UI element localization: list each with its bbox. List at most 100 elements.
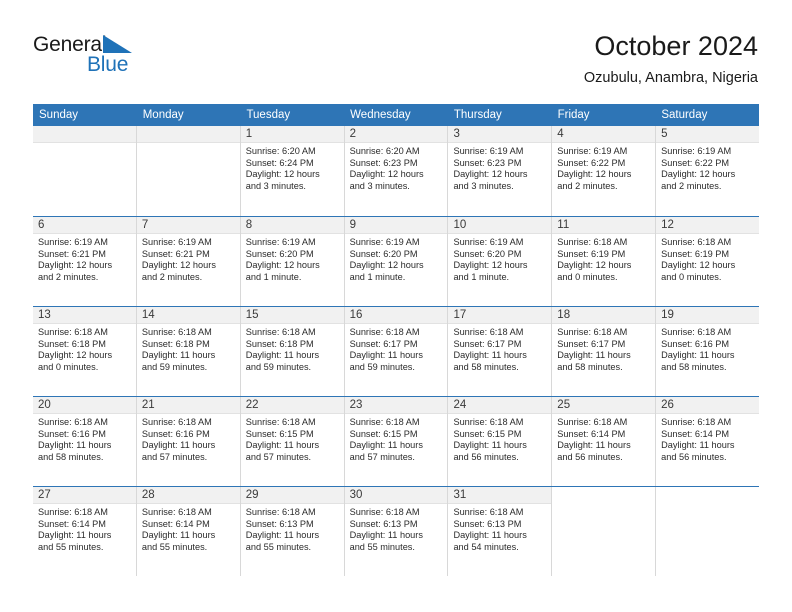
day-number-band: 18 xyxy=(552,307,656,324)
sunrise-text: Sunrise: 6:18 AM xyxy=(141,327,212,337)
calendar-day-cell[interactable]: 14 Sunrise: 6:18 AM Sunset: 6:18 PM Dayligh… xyxy=(136,307,241,396)
daylight-text-line2: and 58 minutes. xyxy=(661,361,727,372)
calendar-day-cell[interactable]: 15 Sunrise: 6:18 AM Sunset: 6:18 PM Dayligh… xyxy=(240,307,345,396)
day-number: 4 xyxy=(557,128,564,140)
sunrise-text: Sunrise: 6:18 AM xyxy=(349,417,420,427)
sunset-text: Sunset: 6:16 PM xyxy=(661,338,730,349)
day-number-band: 12 xyxy=(656,217,760,234)
sunset-text: Sunset: 6:13 PM xyxy=(453,518,522,529)
sunset-text: Sunset: 6:14 PM xyxy=(557,428,626,439)
calendar-day-cell[interactable]: 12 Sunrise: 6:18 AM Sunset: 6:19 PM Dayligh… xyxy=(656,217,760,306)
sunset-text: Sunset: 6:18 PM xyxy=(141,338,210,349)
calendar-day-cell[interactable]: 5 Sunrise: 6:19 AM Sunset: 6:22 PM Daylight… xyxy=(656,126,760,216)
daylight-text-line2: and 55 minutes. xyxy=(349,541,415,552)
day-number-band: 27 xyxy=(33,487,136,504)
calendar-day-cell[interactable]: 11 Sunrise: 6:18 AM Sunset: 6:19 PM Dayligh… xyxy=(552,217,657,306)
calendar-day-cell[interactable]: 17 Sunrise: 6:18 AM Sunset: 6:17 PM Dayligh… xyxy=(448,307,553,396)
calendar-day-cell[interactable]: 28 Sunrise: 6:18 AM Sunset: 6:14 PM Dayligh… xyxy=(136,487,241,576)
day-number: 20 xyxy=(38,399,51,411)
day-sun-info: Sunrise: 6:20 AM Sunset: 6:23 PM Daylight:… xyxy=(345,143,448,192)
calendar-day-cell[interactable]: 26 Sunrise: 6:18 AM Sunset: 6:14 PM Dayligh… xyxy=(656,397,760,486)
sunrise-text: Sunrise: 6:18 AM xyxy=(141,417,212,427)
sunset-text: Sunset: 6:17 PM xyxy=(349,338,418,349)
calendar-day-cell[interactable]: 10 Sunrise: 6:19 AM Sunset: 6:20 PM Dayligh… xyxy=(448,217,553,306)
sunrise-text: Sunrise: 6:18 AM xyxy=(557,417,628,427)
calendar-day-cell[interactable]: 3 Sunrise: 6:19 AM Sunset: 6:23 PM Daylight… xyxy=(448,126,553,216)
sunset-text: Sunset: 6:15 PM xyxy=(245,428,314,439)
daylight-text-line1: Daylight: 12 hours xyxy=(453,260,528,271)
daylight-text-line2: and 57 minutes. xyxy=(141,451,208,462)
calendar-page: General Blue October 2024 Ozubulu, Anamb… xyxy=(0,0,792,612)
day-number: 28 xyxy=(141,489,155,501)
sunrise-text: Sunrise: 6:18 AM xyxy=(38,417,108,427)
day-number-band: 17 xyxy=(448,307,552,324)
daylight-text-line2: and 55 minutes. xyxy=(245,541,312,552)
daylight-text-line2: and 2 minutes. xyxy=(661,180,722,191)
calendar-day-cell[interactable]: 21 Sunrise: 6:18 AM Sunset: 6:16 PM Dayligh… xyxy=(136,397,241,486)
calendar-day-cell[interactable]: 9 Sunrise: 6:19 AM Sunset: 6:20 PM Daylight… xyxy=(344,217,449,306)
day-number-band: 5 xyxy=(656,126,760,143)
daylight-text-line1: Daylight: 12 hours xyxy=(661,169,736,180)
sunrise-text: Sunrise: 6:19 AM xyxy=(557,146,628,156)
calendar-week-row: 27 Sunrise: 6:18 AM Sunset: 6:14 PM Dayligh… xyxy=(33,486,760,576)
day-number-band: 30 xyxy=(344,487,448,504)
day-number-band xyxy=(136,126,240,143)
calendar-day-cell[interactable]: 19 Sunrise: 6:18 AM Sunset: 6:16 PM Dayligh… xyxy=(656,307,760,396)
calendar-day-cell[interactable]: 22 Sunrise: 6:18 AM Sunset: 6:15 PM Dayligh… xyxy=(240,397,345,486)
day-sun-info: Sunrise: 6:18 AM Sunset: 6:13 PM Daylight:… xyxy=(448,504,551,553)
calendar-day-cell[interactable]: 18 Sunrise: 6:18 AM Sunset: 6:17 PM Dayligh… xyxy=(552,307,657,396)
calendar-day-cell[interactable]: 16 Sunrise: 6:18 AM Sunset: 6:17 PM Dayligh… xyxy=(344,307,449,396)
calendar-weeks: 1 Sunrise: 6:20 AM Sunset: 6:24 PM Daylight… xyxy=(33,126,760,576)
day-number: 15 xyxy=(245,309,259,321)
calendar-day-cell[interactable]: 31 Sunrise: 6:18 AM Sunset: 6:13 PM Dayligh… xyxy=(448,487,553,576)
calendar-day-cell[interactable]: 25 Sunrise: 6:18 AM Sunset: 6:14 PM Dayligh… xyxy=(552,397,657,486)
day-number: 1 xyxy=(245,128,253,140)
day-sun-info: Sunrise: 6:18 AM Sunset: 6:14 PM Daylight:… xyxy=(137,504,240,553)
sunrise-text: Sunrise: 6:19 AM xyxy=(453,146,524,156)
daylight-text-line1: Daylight: 11 hours xyxy=(245,530,320,541)
sunset-text: Sunset: 6:24 PM xyxy=(245,157,314,168)
calendar-day-cell[interactable]: 30 Sunrise: 6:18 AM Sunset: 6:13 PM Dayligh… xyxy=(344,487,449,576)
daylight-text-line2: and 58 minutes. xyxy=(557,361,623,372)
daylight-text-line2: and 1 minute. xyxy=(453,271,510,282)
day-number: 10 xyxy=(453,219,467,231)
calendar-day-cell[interactable]: 4 Sunrise: 6:19 AM Sunset: 6:22 PM Daylight… xyxy=(552,126,657,216)
calendar-day-cell[interactable]: 13 Sunrise: 6:18 AM Sunset: 6:18 PM Dayligh… xyxy=(33,307,137,396)
sunset-text: Sunset: 6:20 PM xyxy=(453,248,522,259)
general-blue-logo[interactable]: General Blue xyxy=(33,33,163,81)
day-number-band xyxy=(552,487,656,504)
daylight-text-line2: and 58 minutes. xyxy=(38,451,104,462)
day-number: 2 xyxy=(349,128,356,140)
calendar-day-cell[interactable]: 2 Sunrise: 6:20 AM Sunset: 6:23 PM Daylight… xyxy=(344,126,449,216)
day-number-band: 22 xyxy=(240,397,344,414)
calendar-day-cell[interactable]: 29 Sunrise: 6:18 AM Sunset: 6:13 PM Dayligh… xyxy=(240,487,345,576)
day-sun-info: Sunrise: 6:19 AM Sunset: 6:21 PM Daylight:… xyxy=(137,234,240,283)
calendar-day-cell[interactable]: 20 Sunrise: 6:18 AM Sunset: 6:16 PM Dayligh… xyxy=(33,397,137,486)
calendar-day-cell[interactable]: 23 Sunrise: 6:18 AM Sunset: 6:15 PM Dayligh… xyxy=(344,397,449,486)
weekday-header-sunday: Sunday xyxy=(39,109,79,121)
calendar-day-cell[interactable]: 27 Sunrise: 6:18 AM Sunset: 6:14 PM Dayligh… xyxy=(33,487,137,576)
day-sun-info: Sunrise: 6:18 AM Sunset: 6:15 PM Daylight:… xyxy=(241,414,344,463)
daylight-text-line2: and 56 minutes. xyxy=(661,451,727,462)
day-sun-info: Sunrise: 6:19 AM Sunset: 6:20 PM Daylight:… xyxy=(448,234,551,283)
calendar-day-cell[interactable]: 8 Sunrise: 6:19 AM Sunset: 6:20 PM Daylight… xyxy=(240,217,345,306)
daylight-text-line2: and 56 minutes. xyxy=(557,451,623,462)
sunrise-text: Sunrise: 6:19 AM xyxy=(661,146,732,156)
day-sun-info: Sunrise: 6:18 AM Sunset: 6:17 PM Daylight:… xyxy=(552,324,655,373)
sunrise-text: Sunrise: 6:18 AM xyxy=(245,327,316,337)
weekday-header-saturday: Saturday xyxy=(661,109,708,121)
daylight-text-line1: Daylight: 11 hours xyxy=(453,530,527,541)
daylight-text-line2: and 2 minutes. xyxy=(557,180,618,191)
day-number-band: 13 xyxy=(33,307,136,324)
calendar-day-cell[interactable]: 7 Sunrise: 6:19 AM Sunset: 6:21 PM Daylight… xyxy=(136,217,241,306)
sunrise-text: Sunrise: 6:18 AM xyxy=(453,507,524,517)
day-number-band: 4 xyxy=(552,126,656,143)
calendar-day-cell[interactable]: 24 Sunrise: 6:18 AM Sunset: 6:15 PM Dayligh… xyxy=(448,397,553,486)
daylight-text-line1: Daylight: 12 hours xyxy=(245,260,320,271)
calendar-day-cell-empty xyxy=(552,487,657,576)
calendar-day-cell[interactable]: 6 Sunrise: 6:19 AM Sunset: 6:21 PM Daylight… xyxy=(33,217,137,306)
weekday-header-row: Sunday Monday Tuesday Wednesday Thursday Frid… xyxy=(33,104,759,126)
page-header: General Blue October 2024 Ozubulu, Anamb… xyxy=(0,0,792,104)
calendar-day-cell[interactable]: 1 Sunrise: 6:20 AM Sunset: 6:24 PM Daylight… xyxy=(240,126,345,216)
sunrise-text: Sunrise: 6:18 AM xyxy=(141,507,212,517)
